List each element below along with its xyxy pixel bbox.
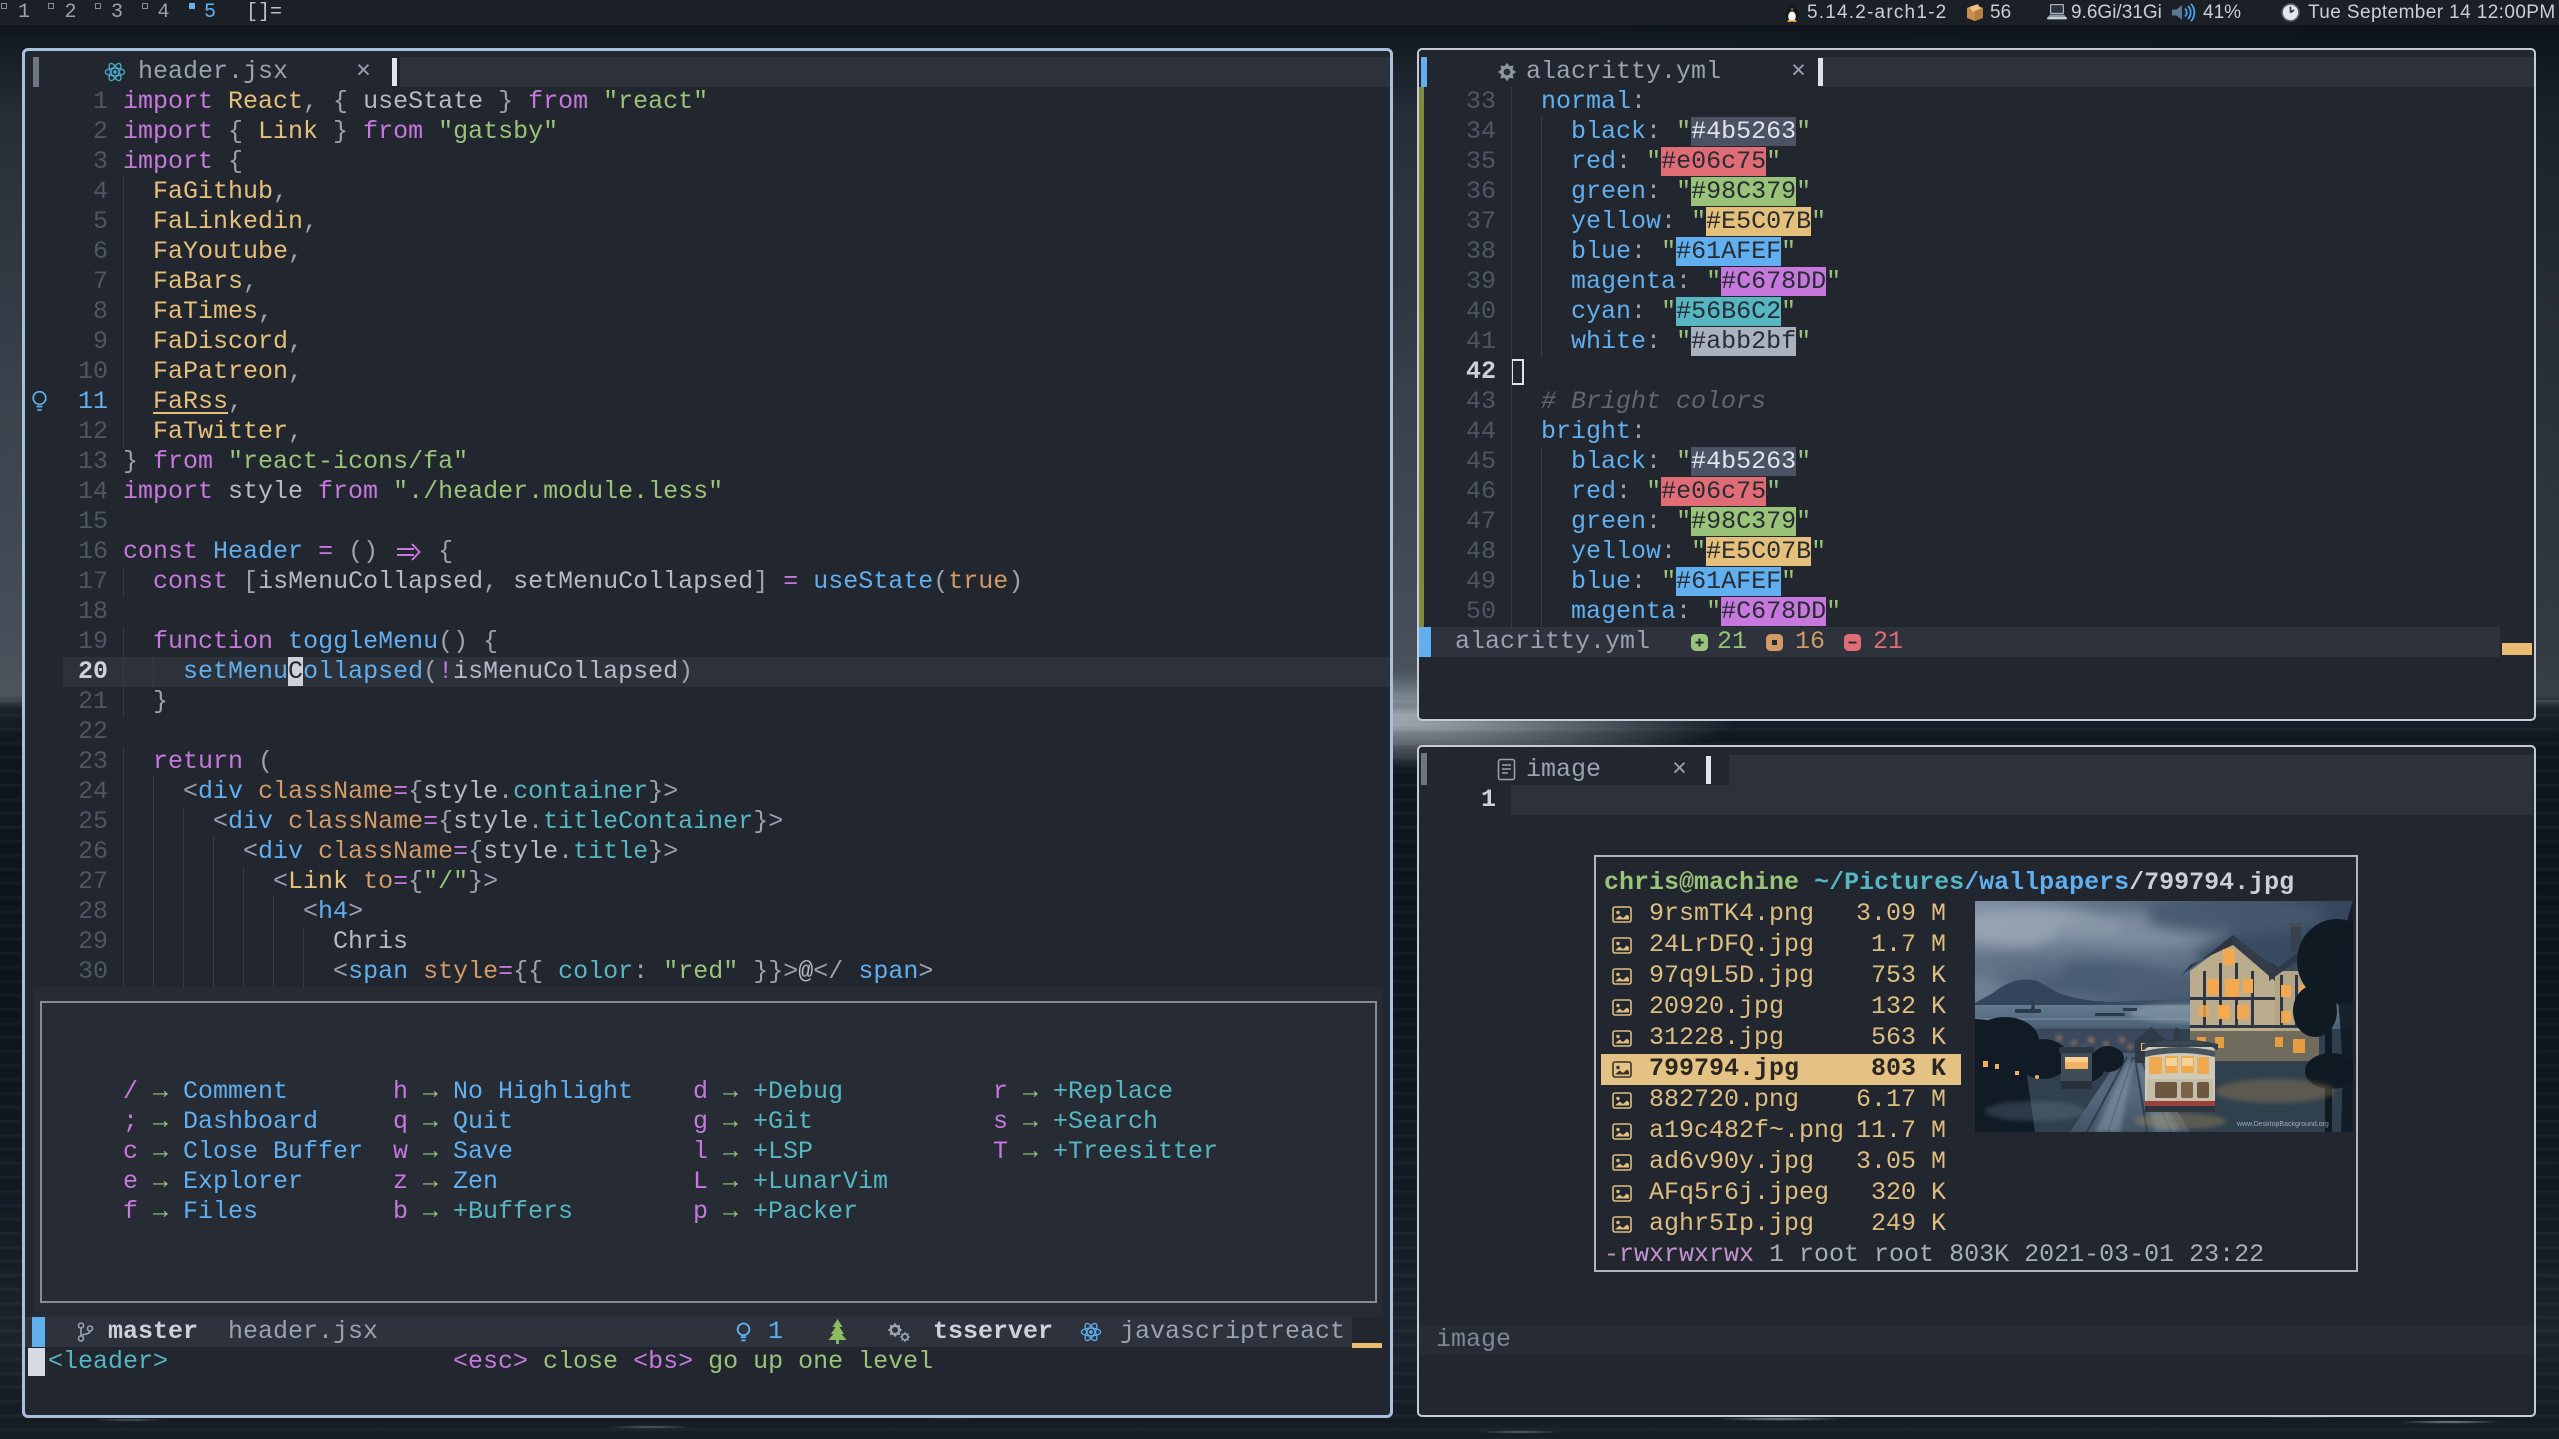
svg-text:www.DesktopBackground.org: www.DesktopBackground.org	[2236, 1121, 2329, 1128]
